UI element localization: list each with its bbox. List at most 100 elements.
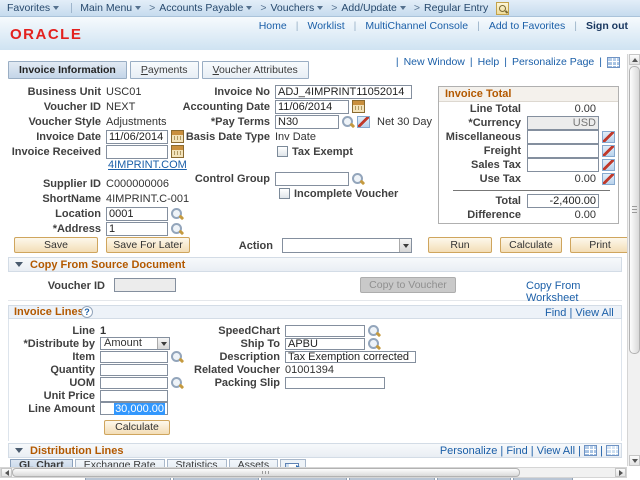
breadcrumb-regular-entry[interactable]: Regular Entry [424,2,488,14]
calendar-icon[interactable] [352,100,365,113]
tax-exempt-checkbox[interactable] [277,146,288,157]
lookup-icon[interactable] [368,338,380,350]
new-window-link[interactable]: New Window [404,56,465,68]
currency-input [527,116,599,130]
calculate-button[interactable]: Calculate [500,237,562,253]
total-input[interactable] [527,194,599,208]
view-all-link[interactable]: View All [575,307,613,319]
tab-voucher-attributes[interactable]: Voucher Attributes [202,61,309,79]
add-to-favorites-link[interactable]: Add to Favorites [489,20,565,32]
scroll-down-button[interactable] [629,455,640,466]
horizontal-scroll-thumb[interactable] [12,468,520,477]
packing-slip-input[interactable] [285,377,385,389]
speedchart-input[interactable] [285,325,365,337]
sales-tax-input[interactable] [527,158,599,172]
home-link[interactable]: Home [259,20,287,32]
zoom-grid-icon[interactable] [606,445,619,456]
search-icon[interactable] [496,2,509,15]
separator: | [531,445,534,457]
voucher-style-value: Adjustments [106,116,167,128]
ship-to-input[interactable] [285,338,365,350]
save-button[interactable]: Save [14,237,98,253]
miscellaneous-detail-icon[interactable] [602,131,615,143]
freight-input[interactable] [527,144,599,158]
control-group-input[interactable] [275,172,349,186]
lookup-icon[interactable] [171,377,183,389]
quantity-input[interactable] [100,364,168,376]
copy-section-header: Copy From Source Document [8,257,622,272]
pay-terms-detail-icon[interactable] [357,116,370,128]
breadcrumb-accounts-payable[interactable]: Accounts Payable [159,2,252,14]
help-link[interactable]: Help [478,56,500,68]
distribute-by-select[interactable]: Amount [100,337,170,350]
invoice-received-label: Invoice Received [8,146,106,158]
accounting-date-input[interactable] [275,100,349,114]
vertical-scroll-thumb[interactable] [629,66,640,354]
use-tax-detail-icon[interactable] [602,173,615,185]
line-amount-input[interactable]: 30,000.00 [100,402,168,415]
favorites-menu[interactable]: Favorites [7,2,59,14]
view-all-link[interactable]: View All [537,445,575,457]
help-icon[interactable]: ? [81,306,93,318]
breadcrumb-separator: > [260,2,266,14]
find-link[interactable]: Find [506,445,527,457]
vertical-scrollbar[interactable] [627,54,640,466]
lookup-icon[interactable] [171,223,183,235]
scroll-up-button[interactable] [629,54,640,65]
address-input[interactable] [106,222,168,236]
tab-invoice-information[interactable]: Invoice Information [8,61,127,79]
tab-payments[interactable]: Payments [130,61,199,79]
scroll-left-button[interactable] [1,468,12,477]
distribute-by-value: Amount [101,338,157,349]
breadcrumb-vouchers[interactable]: Vouchers [270,2,323,14]
incomplete-voucher-checkbox[interactable] [279,188,290,199]
item-label: Item [8,351,100,363]
main-menu[interactable]: Main Menu [80,2,141,14]
main-menu-label: Main Menu [80,2,132,14]
location-input[interactable] [106,207,168,221]
uom-input[interactable] [100,377,168,389]
copy-voucher-id-input[interactable] [114,278,176,292]
collapse-triangle-icon[interactable] [15,448,23,453]
save-for-later-button[interactable]: Save For Later [106,237,190,253]
currency-label: *Currency [439,117,527,129]
find-link[interactable]: Find [545,307,566,319]
worklist-link[interactable]: Worklist [307,20,344,32]
lookup-icon[interactable] [352,173,364,185]
freight-detail-icon[interactable] [602,145,615,157]
horizontal-scrollbar[interactable] [0,467,627,478]
copy-from-worksheet-link[interactable]: Copy From Worksheet [526,280,622,304]
scroll-right-button[interactable] [615,468,626,477]
invoice-date-input[interactable] [106,130,168,144]
invoice-no-input[interactable] [275,85,412,99]
lookup-icon[interactable] [171,208,183,220]
personalize-link[interactable]: Personalize [440,445,497,457]
separator: | [578,445,581,457]
collapse-triangle-icon[interactable] [15,262,23,267]
line-calculate-button[interactable]: Calculate [104,420,170,435]
run-button[interactable]: Run [428,237,492,253]
unit-price-label: Unit Price [8,390,100,402]
print-button[interactable]: Print [570,237,630,253]
pay-terms-input[interactable] [275,115,339,129]
supplier-name-link[interactable]: 4IMPRINT.COM [108,159,187,171]
lookup-icon[interactable] [368,325,380,337]
miscellaneous-input[interactable] [527,130,599,144]
download-grid-icon[interactable] [584,445,597,456]
arrow-right-icon [619,470,626,476]
http-icon[interactable] [607,57,620,68]
invoice-received-input[interactable] [106,145,168,159]
breadcrumb-add-update[interactable]: Add/Update [341,2,405,14]
multichannel-console-link[interactable]: MultiChannel Console [365,20,468,32]
description-input[interactable] [285,351,416,363]
arrow-down-icon [632,459,638,466]
sign-out-link[interactable]: Sign out [586,20,628,32]
sales-tax-detail-icon[interactable] [602,159,615,171]
lookup-icon[interactable] [171,351,183,363]
difference-label: Difference [439,209,527,221]
personalize-page-link[interactable]: Personalize Page [512,56,594,68]
lookup-icon[interactable] [342,116,354,128]
action-select[interactable] [282,238,412,253]
item-input[interactable] [100,351,168,363]
unit-price-input[interactable] [100,390,168,402]
